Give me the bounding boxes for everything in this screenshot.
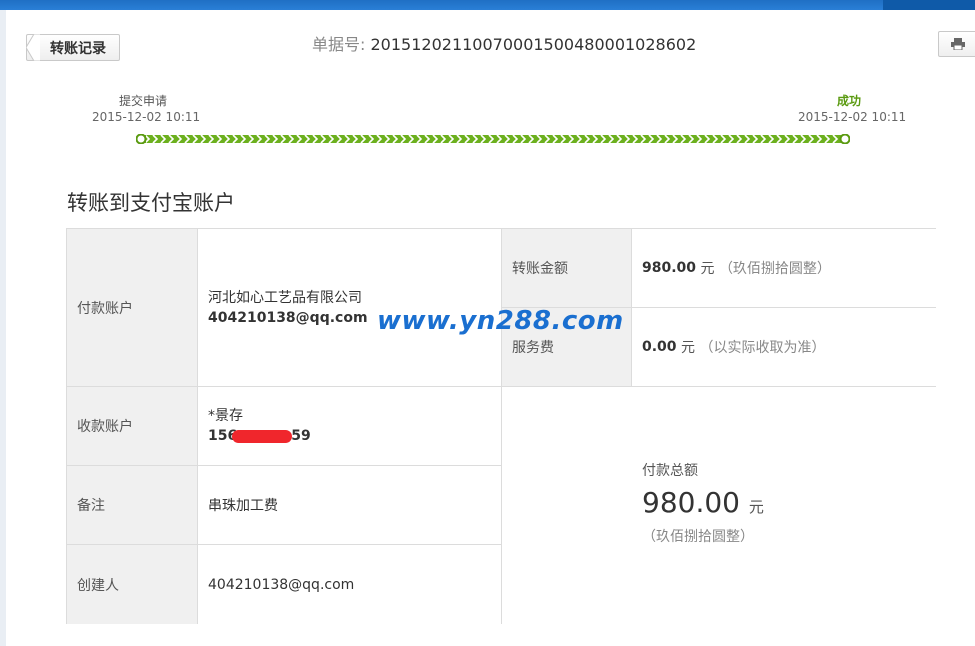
payer-label-text: 付款账户 (77, 300, 133, 317)
section-title: 转账到支付宝账户 (67, 191, 235, 215)
redaction-mark (232, 430, 292, 443)
total-words: （玖佰捌拾圆整） (642, 529, 754, 545)
payer-name: 河北如心工艺品有限公司 (208, 289, 362, 306)
fee-unit: 元 (681, 340, 695, 356)
step-submitted-name: 提交申请 (118, 94, 167, 108)
payer-label: 付款账户 (67, 229, 198, 387)
document-number-value: 2015120211007000150048000102860​2 (370, 35, 697, 54)
step-submitted: 提交申请 2015-12-02 10:11 (92, 93, 201, 125)
top-stripe-right (883, 0, 975, 10)
remark-label-text: 备注 (77, 498, 105, 514)
back-to-transfer-records-button[interactable]: 转账记录 (26, 34, 120, 61)
progress-track (136, 134, 850, 144)
total-number: 980.00 (642, 486, 740, 519)
step-success-name: 成功 (836, 94, 861, 108)
back-button-label: 转账记录 (50, 40, 106, 57)
amount-number: 980.00 (642, 260, 697, 276)
fee-label-text: 服务费 (512, 340, 554, 356)
amount-label: 转账金额 (502, 229, 632, 308)
creator-label-text: 创建人 (77, 577, 119, 594)
total-unit: 元 (748, 498, 764, 516)
fee-number: 0.00 (642, 339, 677, 355)
step-success: 成功 2015-12-02 10:11 (798, 93, 907, 125)
payee-name: *景存 (208, 408, 243, 424)
watermark-text: www.yn288.com (377, 306, 624, 336)
top-stripe (0, 0, 975, 10)
remark-text: 串珠加工费 (208, 498, 278, 514)
print-button[interactable] (938, 31, 975, 57)
payee-label: 收款账户 (67, 387, 198, 466)
payer-account: 404210138@qq.com (208, 309, 368, 326)
payee-account-end: 59 (291, 428, 311, 444)
payee-value: *景存 156 59 (198, 387, 502, 466)
total-label: 付款总额 (642, 463, 698, 479)
step-start-dot (136, 134, 147, 144)
amount-value: 980.00 元 （玖佰捌拾圆整） (632, 229, 936, 308)
total-payment-box: 付款总额 980.00 元 （玖佰捌拾圆整） (502, 387, 936, 624)
creator-label: 创建人 (67, 545, 198, 624)
payee-label-text: 收款账户 (77, 419, 133, 435)
fee-note: （以实际收取为准） (699, 340, 826, 356)
creator-text: 404210138@qq.com (208, 576, 355, 593)
remark-value: 串珠加工费 (198, 466, 502, 545)
remark-label: 备注 (67, 466, 198, 545)
amount-label-text: 转账金额 (512, 261, 568, 277)
document-number-label: 单据号: (312, 35, 366, 54)
printer-icon (951, 38, 965, 50)
creator-value: 404210138@qq.com (198, 545, 502, 624)
amount-words: （玖佰捌拾圆整） (718, 261, 831, 277)
step-success-time: 2015-12-02 10:11 (798, 110, 907, 124)
back-arrow-icon (26, 34, 40, 61)
left-edge (0, 10, 6, 646)
transfer-details-table: 付款账户 河北如心工艺品有限公司 404210138@qq.com 转账金额 9… (66, 228, 936, 624)
document-number: 单据号: 2015120211007000150048000102860​2 (312, 34, 696, 56)
fee-value: 0.00 元 （以实际收取为准） (632, 308, 936, 387)
step-submitted-time: 2015-12-02 10:11 (92, 110, 201, 124)
step-end-dot (839, 134, 850, 144)
amount-unit: 元 (700, 261, 715, 277)
total-amount: 980.00 元 (642, 483, 902, 527)
